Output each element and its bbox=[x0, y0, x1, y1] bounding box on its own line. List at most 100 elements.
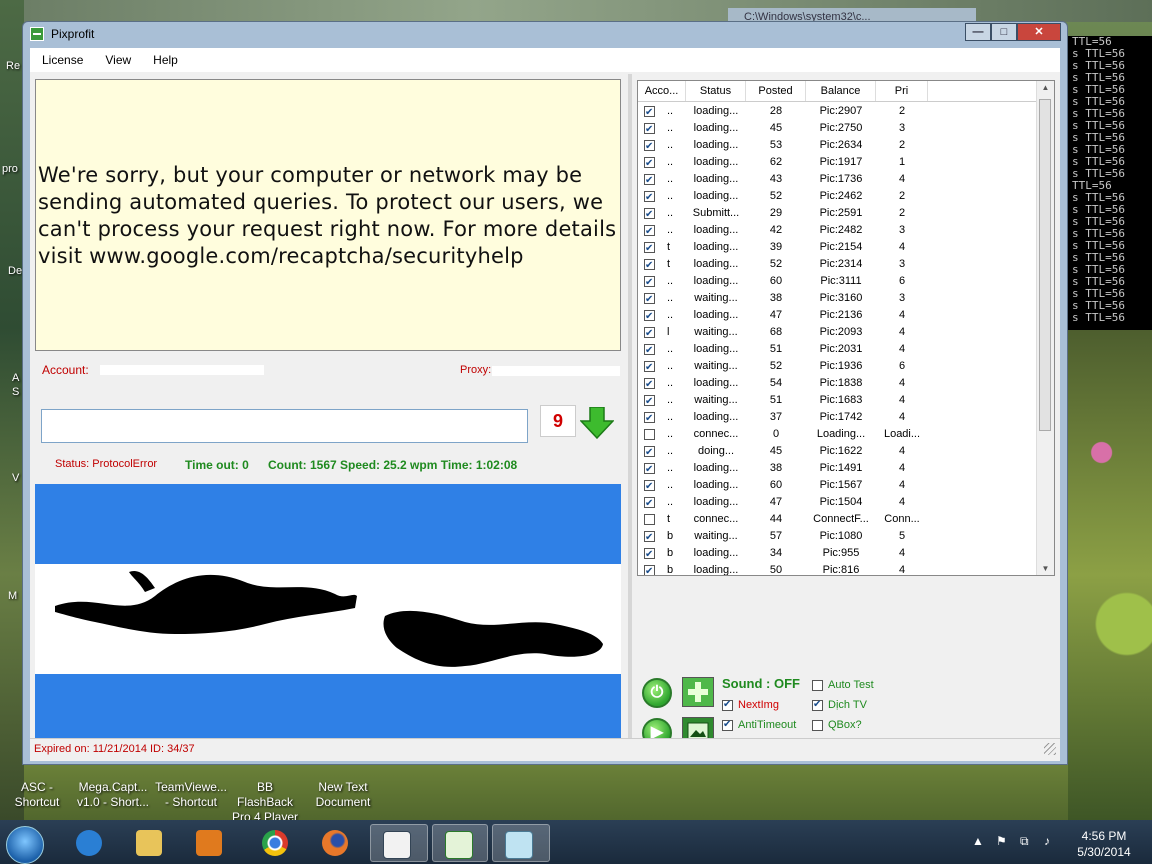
taskbar-clock[interactable]: 4:56 PM 5/30/2014 bbox=[1064, 828, 1144, 860]
scroll-down-icon[interactable]: ▼ bbox=[1037, 564, 1054, 573]
table-row[interactable]: .. loading... 47 Pic:1504 4 bbox=[638, 494, 1038, 511]
row-enabled-checkbox[interactable] bbox=[644, 291, 655, 307]
resize-grip-icon[interactable] bbox=[1044, 743, 1056, 755]
row-enabled-checkbox[interactable] bbox=[644, 206, 655, 222]
table-row[interactable]: .. loading... 37 Pic:1742 4 bbox=[638, 409, 1038, 426]
taskbar-file-explorer[interactable] bbox=[124, 824, 174, 862]
table-row[interactable]: t loading... 39 Pic:2154 4 bbox=[638, 239, 1038, 256]
row-enabled-checkbox[interactable] bbox=[644, 121, 655, 137]
taskbar-notepad[interactable] bbox=[492, 824, 550, 862]
table-row[interactable]: .. loading... 43 Pic:1736 4 bbox=[638, 171, 1038, 188]
taskbar-media-player[interactable] bbox=[184, 824, 234, 862]
menu-view[interactable]: View bbox=[93, 48, 141, 72]
row-enabled-checkbox[interactable] bbox=[644, 172, 655, 188]
table-row[interactable]: .. loading... 28 Pic:2907 2 bbox=[638, 103, 1038, 120]
table-row[interactable]: .. loading... 53 Pic:2634 2 bbox=[638, 137, 1038, 154]
network-icon[interactable]: ⧉ bbox=[1020, 834, 1029, 849]
taskbar-chrome[interactable] bbox=[250, 824, 300, 862]
row-enabled-checkbox[interactable] bbox=[644, 240, 655, 256]
desktop-icon-new-text-document[interactable]: New Text Document bbox=[306, 780, 380, 810]
table-row[interactable]: .. waiting... 38 Pic:3160 3 bbox=[638, 290, 1038, 307]
option-qbox[interactable]: QBox? bbox=[812, 718, 862, 732]
table-row[interactable]: .. waiting... 51 Pic:1683 4 bbox=[638, 392, 1038, 409]
panel-splitter[interactable] bbox=[628, 74, 632, 758]
row-enabled-checkbox[interactable] bbox=[644, 104, 655, 120]
row-enabled-checkbox[interactable] bbox=[644, 393, 655, 409]
antitimeout-checkbox[interactable] bbox=[722, 718, 733, 732]
taskbar-code-app[interactable] bbox=[432, 824, 488, 862]
add-account-button[interactable] bbox=[682, 677, 714, 707]
option-autotest[interactable]: Auto Test bbox=[812, 678, 874, 692]
row-enabled-checkbox[interactable] bbox=[644, 257, 655, 273]
table-row[interactable]: b waiting... 57 Pic:1080 5 bbox=[638, 528, 1038, 545]
row-enabled-checkbox[interactable] bbox=[644, 359, 655, 375]
qbox-checkbox[interactable] bbox=[812, 719, 823, 731]
table-row[interactable]: .. waiting... 52 Pic:1936 6 bbox=[638, 358, 1038, 375]
row-enabled-checkbox[interactable] bbox=[644, 461, 655, 477]
table-row[interactable]: b loading... 34 Pic:955 4 bbox=[638, 545, 1038, 562]
sound-toggle-label[interactable]: Sound : OFF bbox=[722, 677, 800, 691]
taskbar-internet-explorer[interactable] bbox=[64, 824, 114, 862]
taskbar-firefox[interactable] bbox=[310, 824, 360, 862]
col-header-account[interactable]: Acco... bbox=[638, 81, 686, 101]
desktop-icon-bb-flashback[interactable]: BB FlashBack Pro 4 Player bbox=[228, 780, 302, 825]
power-button[interactable]: ⏻ bbox=[642, 678, 672, 708]
captcha-answer-input[interactable] bbox=[41, 409, 528, 443]
row-enabled-checkbox[interactable] bbox=[644, 444, 655, 460]
action-center-flag-icon[interactable]: ⚑ bbox=[996, 834, 1007, 848]
show-hidden-icons[interactable]: ▲ bbox=[972, 834, 984, 848]
table-row[interactable]: .. loading... 45 Pic:2750 3 bbox=[638, 120, 1038, 137]
table-row[interactable]: .. loading... 52 Pic:2462 2 bbox=[638, 188, 1038, 205]
volume-icon[interactable]: ♪ bbox=[1044, 834, 1050, 848]
table-row[interactable]: .. loading... 51 Pic:2031 4 bbox=[638, 341, 1038, 358]
scroll-up-icon[interactable]: ▲ bbox=[1037, 83, 1054, 92]
row-enabled-checkbox[interactable] bbox=[644, 513, 655, 525]
row-enabled-checkbox[interactable] bbox=[644, 495, 655, 511]
table-row[interactable]: .. loading... 38 Pic:1491 4 bbox=[638, 460, 1038, 477]
col-header-priority[interactable]: Pri bbox=[876, 81, 928, 101]
table-row[interactable]: .. loading... 47 Pic:2136 4 bbox=[638, 307, 1038, 324]
table-row[interactable]: .. doing... 45 Pic:1622 4 bbox=[638, 443, 1038, 460]
row-enabled-checkbox[interactable] bbox=[644, 308, 655, 324]
menu-help[interactable]: Help bbox=[141, 48, 188, 72]
menu-license[interactable]: License bbox=[30, 48, 93, 72]
table-row[interactable]: b loading... 50 Pic:816 4 bbox=[638, 562, 1038, 575]
table-row[interactable]: .. loading... 60 Pic:3111 6 bbox=[638, 273, 1038, 290]
col-header-status[interactable]: Status bbox=[686, 81, 746, 101]
row-enabled-checkbox[interactable] bbox=[644, 342, 655, 358]
scroll-thumb[interactable] bbox=[1039, 99, 1051, 431]
table-row[interactable]: .. connec... 0 Loading... Loadi... bbox=[638, 426, 1038, 443]
minimize-button[interactable]: — bbox=[965, 23, 991, 41]
table-row[interactable]: .. loading... 42 Pic:2482 3 bbox=[638, 222, 1038, 239]
desktop-icon-teamviewer[interactable]: TeamViewe... - Shortcut bbox=[154, 780, 228, 810]
grid-scrollbar[interactable]: ▲ ▼ bbox=[1036, 81, 1054, 575]
table-row[interactable]: .. loading... 62 Pic:1917 1 bbox=[638, 154, 1038, 171]
row-enabled-checkbox[interactable] bbox=[644, 138, 655, 154]
row-enabled-checkbox[interactable] bbox=[644, 546, 655, 562]
maximize-button[interactable]: □ bbox=[991, 23, 1017, 41]
row-enabled-checkbox[interactable] bbox=[644, 563, 655, 575]
option-dichtv[interactable]: Dịch TV bbox=[812, 698, 867, 712]
table-row[interactable]: .. loading... 60 Pic:1567 4 bbox=[638, 477, 1038, 494]
row-enabled-checkbox[interactable] bbox=[644, 428, 655, 440]
close-button[interactable]: ✕ bbox=[1017, 23, 1061, 41]
table-row[interactable]: t loading... 52 Pic:2314 3 bbox=[638, 256, 1038, 273]
row-enabled-checkbox[interactable] bbox=[644, 529, 655, 545]
table-row[interactable]: .. Submitt... 29 Pic:2591 2 bbox=[638, 205, 1038, 222]
row-enabled-checkbox[interactable] bbox=[644, 155, 655, 171]
dichtv-checkbox[interactable] bbox=[812, 698, 823, 712]
download-arrow-icon[interactable] bbox=[580, 407, 614, 439]
taskbar-pixprofit[interactable] bbox=[370, 824, 428, 862]
desktop-icon-mega-captcha[interactable]: Mega.Capt... v1.0 - Short... bbox=[76, 780, 150, 810]
table-row[interactable]: t connec... 44 ConnectF... Conn... bbox=[638, 511, 1038, 528]
nextimg-checkbox[interactable] bbox=[722, 698, 733, 712]
row-enabled-checkbox[interactable] bbox=[644, 189, 655, 205]
title-bar[interactable]: Pixprofit — □ ✕ bbox=[23, 22, 1067, 48]
option-nextimg[interactable]: NextImg bbox=[722, 698, 779, 712]
row-enabled-checkbox[interactable] bbox=[644, 223, 655, 239]
autotest-checkbox[interactable] bbox=[812, 679, 823, 691]
start-button[interactable] bbox=[6, 826, 44, 864]
desktop-icon-asc[interactable]: ASC - Shortcut bbox=[4, 780, 70, 810]
col-header-balance[interactable]: Balance bbox=[806, 81, 876, 101]
option-antitimeout[interactable]: AntiTimeout bbox=[722, 718, 796, 732]
